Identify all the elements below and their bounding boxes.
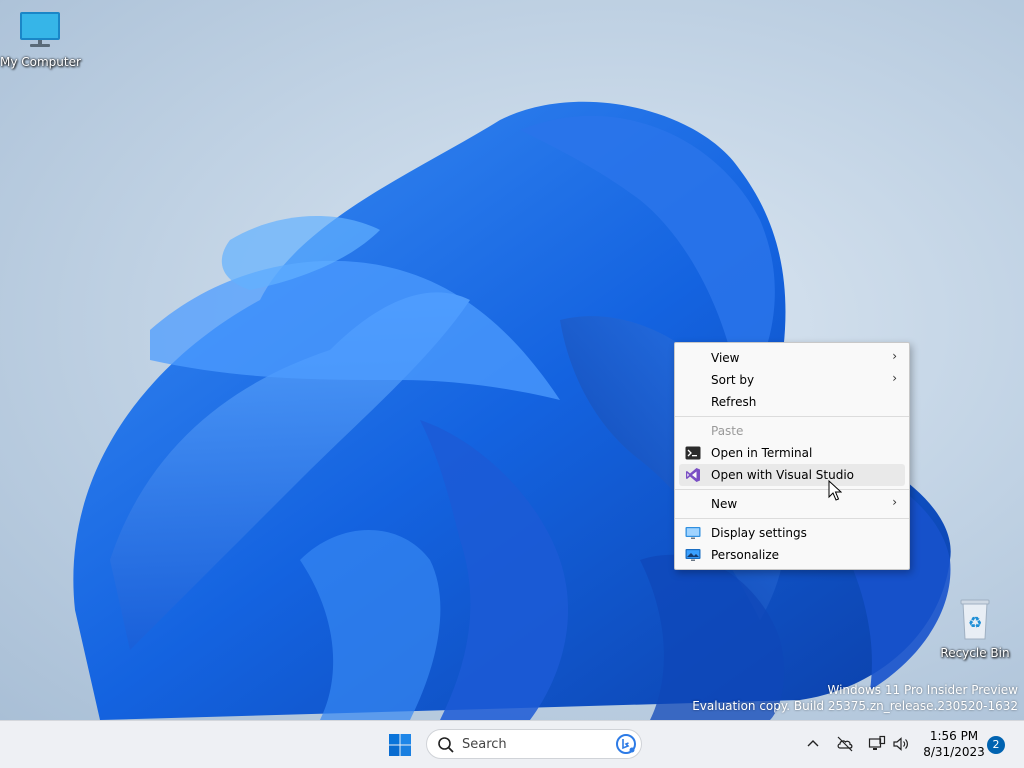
menu-item-label: Sort by <box>711 373 755 387</box>
mouse-cursor-icon <box>828 480 842 501</box>
terminal-icon <box>685 446 701 460</box>
menu-item-label: View <box>711 351 740 365</box>
notification-badge[interactable]: 2 <box>987 736 1005 754</box>
recycle-bin-icon: ♻ <box>960 599 990 640</box>
menu-item-new[interactable]: New › <box>679 493 905 515</box>
watermark-line-edition: Windows 11 Pro Insider Preview <box>827 683 1018 697</box>
svg-text:♻: ♻ <box>968 613 982 632</box>
volume-icon[interactable] <box>892 735 910 753</box>
desktop-icon-label: My Computer <box>0 55 81 69</box>
watermark-line-build: Evaluation copy. Build 25375.zn_release.… <box>692 699 1018 713</box>
windows-start-icon[interactable] <box>388 733 412 757</box>
menu-separator <box>675 416 909 417</box>
onedrive-offline-icon[interactable] <box>836 735 854 753</box>
desktop-icon-label: Recycle Bin <box>940 646 1010 660</box>
desktop-icon-recycle-bin[interactable]: ♻ Recycle Bin <box>935 597 1015 660</box>
taskbar-search-box[interactable]: Search <box>426 729 642 759</box>
menu-separator <box>675 489 909 490</box>
desktop-context-menu: View › Sort by › Refresh Paste Open in T… <box>674 342 910 570</box>
visual-studio-icon <box>686 468 700 482</box>
menu-item-label: New <box>711 497 738 511</box>
menu-item-label: Refresh <box>711 395 757 409</box>
network-icon[interactable] <box>868 735 886 753</box>
taskbar: Search 1:56 PM 8/31/2023 2 <box>0 720 1024 768</box>
chevron-up-icon[interactable] <box>804 735 822 753</box>
menu-item-open-in-terminal[interactable]: Open in Terminal <box>679 442 905 464</box>
menu-item-refresh[interactable]: Refresh <box>679 391 905 413</box>
display-icon <box>685 527 701 539</box>
menu-item-sort-by[interactable]: Sort by › <box>679 369 905 391</box>
menu-item-paste: Paste <box>679 420 905 442</box>
search-icon <box>438 737 454 753</box>
menu-item-label: Personalize <box>711 548 780 562</box>
menu-item-label: Paste <box>711 424 744 438</box>
menu-item-label: Open in Terminal <box>711 446 813 460</box>
chevron-right-icon: › <box>892 349 897 363</box>
chevron-right-icon: › <box>892 495 897 509</box>
desktop-icon-my-computer[interactable]: My Computer <box>0 10 81 69</box>
clock-time: 1:56 PM <box>929 729 979 743</box>
menu-item-open-with-visual-studio[interactable]: Open with Visual Studio <box>679 464 905 486</box>
menu-item-view[interactable]: View › <box>679 347 905 369</box>
menu-separator <box>675 518 909 519</box>
evaluation-watermark: Windows 11 Pro Insider Preview Evaluatio… <box>692 682 1018 714</box>
menu-item-personalize[interactable]: Personalize <box>679 544 905 566</box>
search-placeholder: Search <box>462 737 507 752</box>
chevron-right-icon: › <box>892 371 897 385</box>
taskbar-clock[interactable]: 1:56 PM 8/31/2023 <box>918 728 990 760</box>
clock-date: 8/31/2023 <box>923 745 985 759</box>
monitor-icon <box>20 12 60 47</box>
bing-chat-icon[interactable] <box>615 733 637 755</box>
personalize-icon <box>685 549 701 561</box>
menu-item-display-settings[interactable]: Display settings <box>679 522 905 544</box>
menu-item-label: Display settings <box>711 526 807 540</box>
